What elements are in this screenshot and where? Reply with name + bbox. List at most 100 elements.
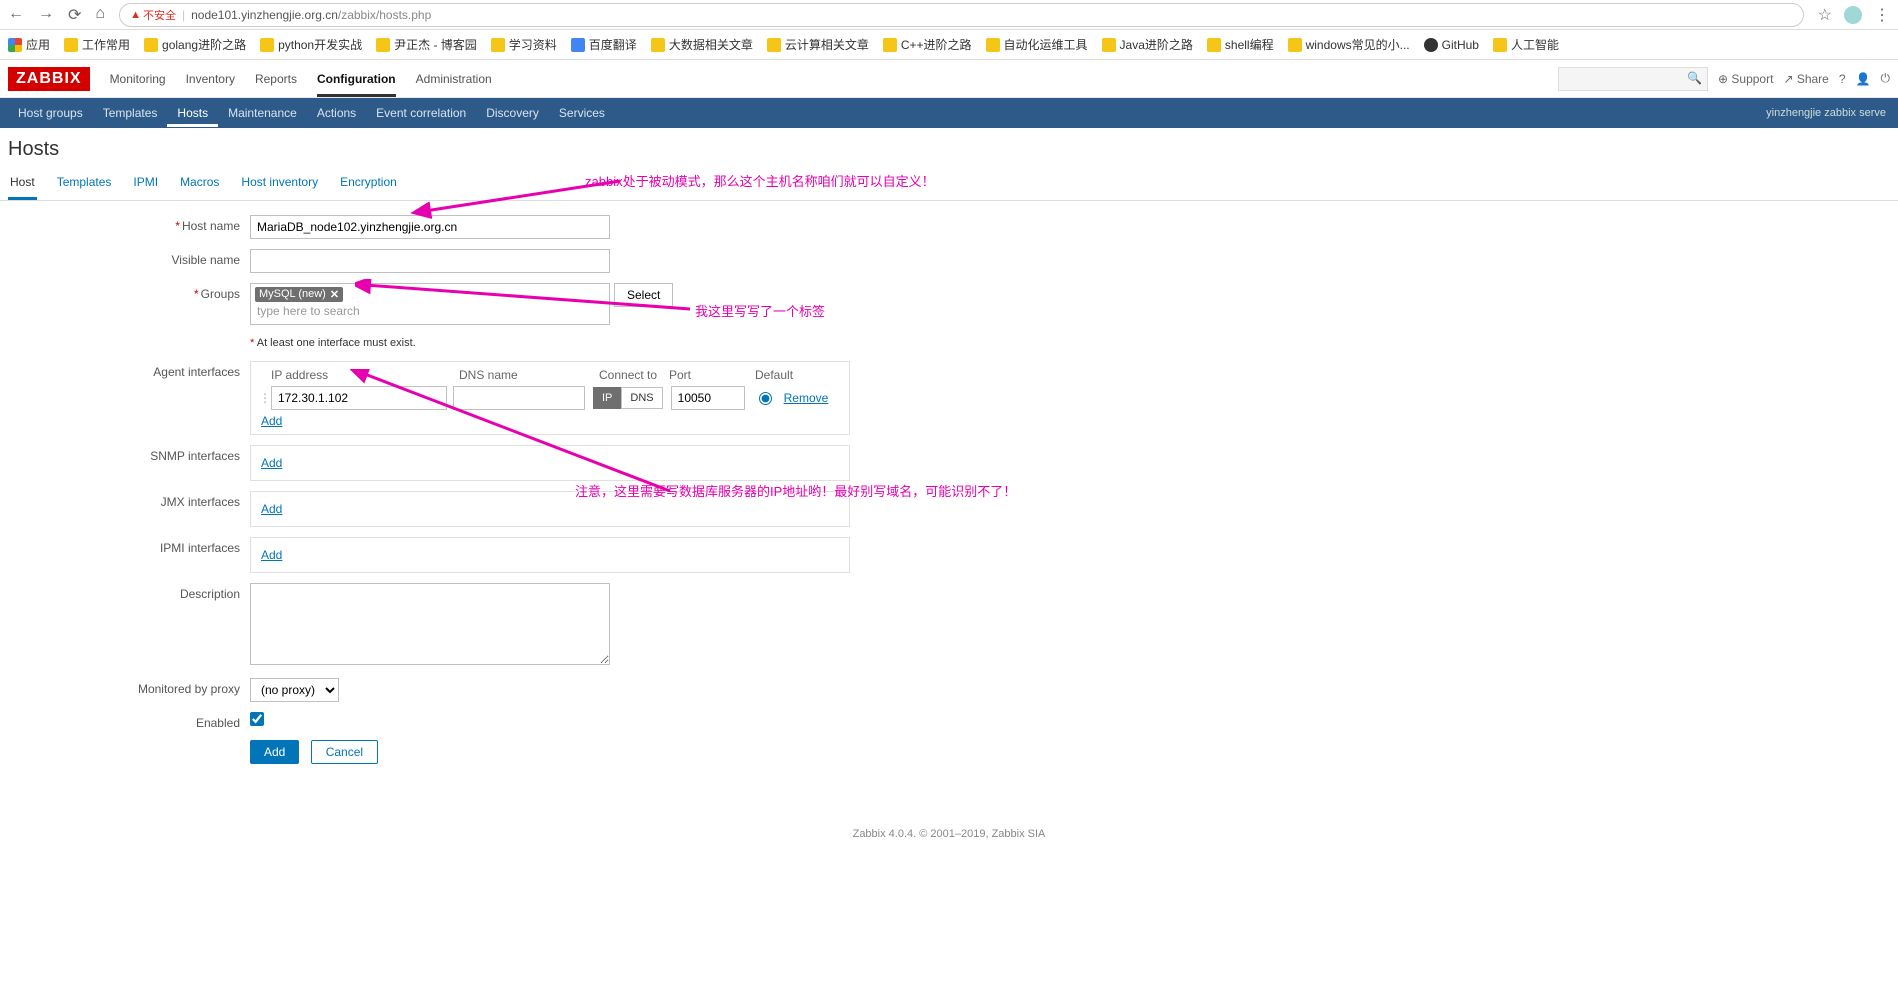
connect-to-toggle: IP DNS: [593, 387, 663, 409]
tab-host[interactable]: Host: [8, 167, 37, 200]
agent-interfaces-label: Agent interfaces: [10, 361, 250, 379]
user-icon[interactable]: 👤: [1856, 72, 1871, 86]
bookmark-label: python开发实战: [278, 36, 362, 53]
page-title: Hosts: [0, 128, 1898, 167]
insecure-icon: ▲ 不安全: [130, 7, 176, 23]
bookmark-icon: [1424, 38, 1438, 52]
connect-ip-button[interactable]: IP: [593, 387, 621, 409]
bookmark-icon: [64, 38, 78, 52]
reload-icon[interactable]: ⟳: [68, 5, 81, 25]
snmp-interfaces-label: SNMP interfaces: [10, 445, 250, 463]
footer: Zabbix 4.0.4. © 2001–2019, Zabbix SIA: [0, 788, 1898, 850]
bookmark-item[interactable]: 百度翻译: [571, 36, 637, 53]
connect-dns-button[interactable]: DNS: [621, 387, 662, 409]
tab-host-inventory[interactable]: Host inventory: [239, 167, 320, 200]
apps-button[interactable]: 应用: [8, 36, 50, 53]
menu-monitoring[interactable]: Monitoring: [110, 62, 166, 96]
subnav-host-groups[interactable]: Host groups: [8, 99, 93, 127]
subnav-event-correlation[interactable]: Event correlation: [366, 99, 476, 127]
bookmark-item[interactable]: 学习资料: [491, 36, 557, 53]
browser-toolbar: ← → ⟳ ⌂ ▲ 不安全 | node101.yinzhengjie.org.…: [0, 0, 1898, 30]
agent-default-radio[interactable]: [759, 392, 772, 405]
home-icon[interactable]: ⌂: [95, 5, 105, 25]
agent-port-input[interactable]: [671, 386, 745, 410]
bookmark-item[interactable]: shell编程: [1207, 36, 1274, 53]
host-name-input[interactable]: [250, 215, 610, 239]
menu-icon[interactable]: ⋮: [1874, 5, 1890, 25]
remove-tag-icon[interactable]: ✕: [330, 288, 339, 301]
profile-avatar[interactable]: [1844, 6, 1862, 24]
col-port: Port: [669, 368, 755, 382]
interface-required-note: At least one interface must exist.: [257, 337, 416, 349]
subnav-templates[interactable]: Templates: [93, 99, 168, 127]
add-button[interactable]: Add: [250, 740, 299, 764]
bookmark-label: C++进阶之路: [901, 36, 972, 53]
url-bar[interactable]: ▲ 不安全 | node101.yinzhengjie.org.cn/zabbi…: [119, 3, 1804, 27]
drag-handle-icon[interactable]: ⋮⋮: [259, 391, 271, 405]
bookmark-item[interactable]: 人工智能: [1493, 36, 1559, 53]
tab-ipmi[interactable]: IPMI: [131, 167, 160, 200]
agent-ip-input[interactable]: [271, 386, 447, 410]
enabled-label: Enabled: [10, 712, 250, 730]
bookmark-label: 工作常用: [82, 36, 130, 53]
cancel-button[interactable]: Cancel: [311, 740, 378, 764]
bookmark-label: GitHub: [1442, 38, 1479, 52]
menu-configuration[interactable]: Configuration: [317, 62, 396, 96]
visible-name-input[interactable]: [250, 249, 610, 273]
groups-placeholder: type here to search: [255, 302, 605, 320]
bookmark-item[interactable]: GitHub: [1424, 38, 1479, 52]
bookmark-item[interactable]: windows常见的小...: [1288, 36, 1410, 53]
help-icon[interactable]: ?: [1839, 72, 1846, 86]
bookmark-item[interactable]: golang进阶之路: [144, 36, 246, 53]
search-icon[interactable]: 🔍: [1687, 71, 1702, 85]
bookmark-item[interactable]: python开发实战: [260, 36, 362, 53]
apps-icon: [8, 38, 22, 52]
subnav-hosts[interactable]: Hosts: [167, 99, 218, 127]
bookmark-item[interactable]: 尹正杰 - 博客园: [376, 36, 477, 53]
select-groups-button[interactable]: Select: [614, 283, 673, 307]
back-icon[interactable]: ←: [8, 5, 24, 25]
subnav-services[interactable]: Services: [549, 99, 615, 127]
agent-dns-input[interactable]: [453, 386, 585, 410]
bookmark-icon: [767, 38, 781, 52]
bookmark-label: 云计算相关文章: [785, 36, 869, 53]
subnav-actions[interactable]: Actions: [307, 99, 366, 127]
tab-macros[interactable]: Macros: [178, 167, 221, 200]
search-input[interactable]: [1558, 67, 1708, 91]
enabled-checkbox[interactable]: [250, 712, 264, 726]
tab-encryption[interactable]: Encryption: [338, 167, 399, 200]
logout-icon[interactable]: ⏻: [1881, 71, 1891, 86]
zabbix-logo[interactable]: ZABBIX: [8, 67, 90, 91]
group-tag[interactable]: MySQL (new) ✕: [255, 287, 343, 302]
host-form: zabbix处于被动模式，那么这个主机名称咱们就可以自定义！ 我这里写写了一个标…: [0, 201, 1898, 788]
bookmark-item[interactable]: 自动化运维工具: [986, 36, 1088, 53]
proxy-select[interactable]: (no proxy): [250, 678, 339, 702]
support-link[interactable]: ⊕ Support: [1718, 72, 1773, 86]
bookmarks-bar: 应用 工作常用 golang进阶之路 python开发实战尹正杰 - 博客园学习资料…: [0, 30, 1898, 60]
bookmark-item[interactable]: 大数据相关文章: [651, 36, 753, 53]
bookmark-item[interactable]: 云计算相关文章: [767, 36, 869, 53]
menu-inventory[interactable]: Inventory: [186, 62, 235, 96]
server-name: yinzhengjie zabbix serve: [1766, 107, 1890, 119]
groups-multiselect[interactable]: MySQL (new) ✕ type here to search: [250, 283, 610, 325]
bookmark-icon: [1102, 38, 1116, 52]
agent-remove-link[interactable]: Remove: [784, 391, 829, 405]
subnav-discovery[interactable]: Discovery: [476, 99, 549, 127]
bookmark-item[interactable]: C++进阶之路: [883, 36, 972, 53]
agent-add-link[interactable]: Add: [259, 410, 284, 432]
star-icon[interactable]: ☆: [1818, 5, 1832, 25]
subnav-maintenance[interactable]: Maintenance: [218, 99, 307, 127]
tab-templates[interactable]: Templates: [55, 167, 114, 200]
snmp-add-link[interactable]: Add: [259, 452, 284, 474]
bookmark-item[interactable]: Java进阶之路: [1102, 36, 1193, 53]
menu-reports[interactable]: Reports: [255, 62, 297, 96]
description-textarea[interactable]: [250, 583, 610, 665]
forward-icon[interactable]: →: [38, 5, 54, 25]
bookmark-item[interactable]: 工作常用: [64, 36, 130, 53]
jmx-add-link[interactable]: Add: [259, 498, 284, 520]
share-link[interactable]: ↗ Share: [1783, 72, 1828, 86]
description-label: Description: [10, 583, 250, 601]
menu-administration[interactable]: Administration: [416, 62, 492, 96]
col-default: Default: [755, 368, 815, 382]
ipmi-add-link[interactable]: Add: [259, 544, 284, 566]
